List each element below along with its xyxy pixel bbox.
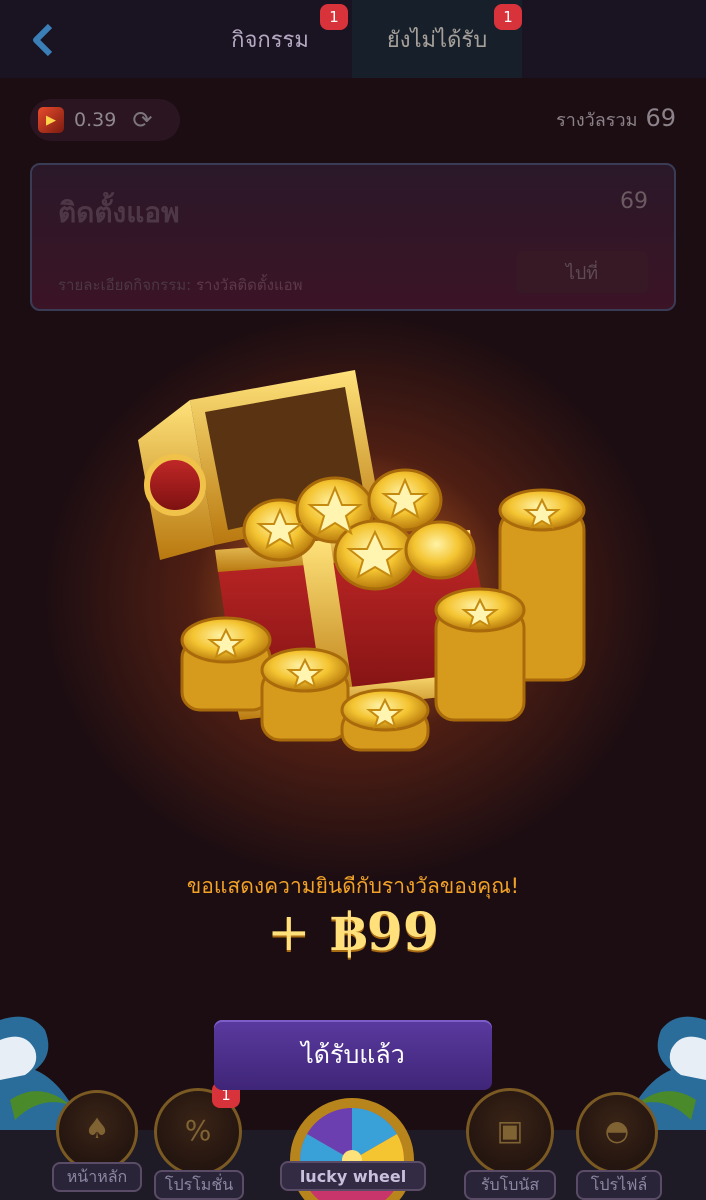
task-detail-label: รายละเอียดกิจกรรม:	[58, 276, 192, 294]
nav-item-promotion[interactable]: % 1 โปรโมชั่น	[148, 1082, 248, 1200]
task-detail-value: รางวัลติดตั้งแอพ	[195, 276, 303, 294]
reward-amount: + ฿99	[0, 902, 706, 963]
tab-unclaimed-label: ยังไม่ได้รับ	[386, 27, 488, 53]
balance-pill: ▶ 0.39 ⟳	[30, 99, 180, 141]
task-title: ติดตั้งแอพ	[58, 196, 180, 229]
total-reward-label: รางวัลรวม	[556, 110, 638, 131]
task-card: ติดตั้งแอพ 69 รายละเอียดกิจกรรม: รางวัลต…	[30, 163, 676, 311]
nav-item-bonus[interactable]: ▣ รับโบนัส	[460, 1088, 560, 1200]
nav-label-lucky-wheel: lucky wheel	[280, 1161, 426, 1191]
task-detail: รายละเอียดกิจกรรม: รางวัลติดตั้งแอพ	[58, 273, 303, 297]
task-reward: 69	[620, 189, 648, 214]
treasure-chest-icon	[138, 370, 586, 752]
tab-activity-label: กิจกรรม	[231, 27, 309, 53]
nav-item-profile[interactable]: ◓ โปรไฟล์	[570, 1092, 664, 1200]
tab-activity-badge: 1	[320, 4, 348, 30]
spade-icon: ♠	[84, 1112, 110, 1145]
refresh-icon[interactable]: ⟳	[132, 106, 152, 134]
nav-item-lucky-wheel[interactable]: lucky wheel	[280, 1155, 426, 1200]
nav-label-home: หน้าหลัก	[52, 1162, 142, 1192]
tab-unclaimed[interactable]: ยังไม่ได้รับ 1	[352, 0, 522, 78]
go-button[interactable]: ไปที่	[516, 251, 648, 293]
nav-label-promotion: โปรโมชั่น	[154, 1170, 244, 1200]
congrats-message: ขอแสดงความยินดีกับรางวัลของคุณ!	[186, 874, 520, 898]
gift-icon: ▣	[496, 1114, 524, 1147]
claim-button[interactable]: ได้รับแล้ว	[214, 1020, 492, 1090]
nav-label-profile: โปรไฟล์	[576, 1170, 662, 1200]
reward-plus: +	[266, 903, 311, 963]
brand-logo-icon: ▶	[38, 107, 64, 133]
top-bar: กิจกรรม 1 ยังไม่ได้รับ 1	[0, 0, 706, 78]
back-button[interactable]	[22, 18, 66, 62]
total-reward: รางวัลรวม 69	[556, 104, 676, 136]
tab-unclaimed-badge: 1	[494, 4, 522, 30]
profile-icon: ◓	[604, 1114, 630, 1147]
nav-label-bonus: รับโบนัส	[464, 1170, 556, 1200]
tab-activity[interactable]: กิจกรรม 1	[190, 0, 350, 78]
reward-amount-value: ฿99	[330, 902, 440, 963]
chevron-left-icon	[33, 23, 53, 57]
percent-ticket-icon: %	[184, 1114, 212, 1147]
total-reward-value: 69	[645, 104, 676, 132]
balance-value: 0.39	[74, 109, 117, 131]
nav-item-home[interactable]: ♠ หน้าหลัก	[52, 1090, 142, 1200]
